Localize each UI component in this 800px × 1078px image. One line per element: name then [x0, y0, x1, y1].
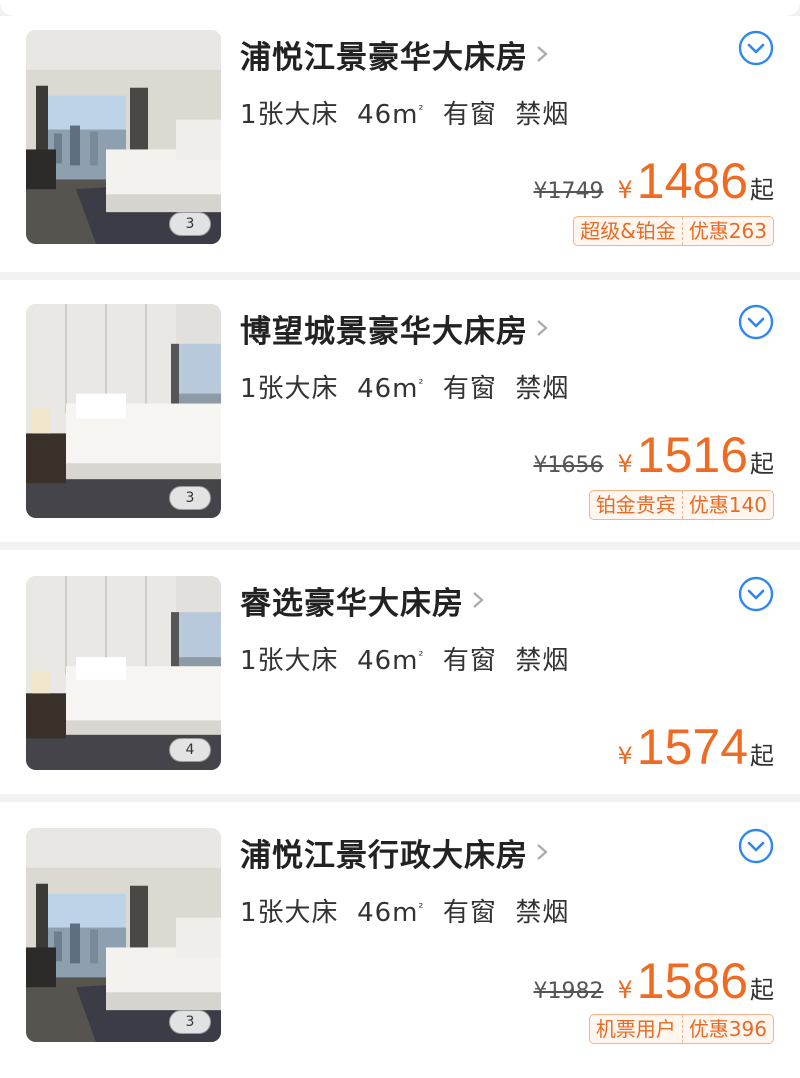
expand-chevron-down-icon[interactable]	[738, 304, 774, 340]
room-name-row[interactable]: 博望城景豪华大床房	[240, 306, 552, 350]
window-info: 有窗	[442, 898, 497, 928]
room-name: 博望城景豪华大床房	[240, 313, 528, 350]
current-price: 1516	[636, 427, 748, 483]
area-unit: ²	[418, 376, 425, 391]
room-photo[interactable]: 3	[26, 30, 221, 244]
currency-symbol: ¥	[617, 976, 633, 1004]
room-area: 46m	[357, 374, 419, 404]
bed-type: 1张大床	[240, 646, 339, 676]
room-specs: 1张大床 46m² 有窗 禁烟	[240, 640, 569, 677]
current-price: 1574	[636, 719, 748, 775]
current-price: 1586	[636, 953, 748, 1009]
room-name: 浦悦江景豪华大床房	[240, 39, 528, 76]
room-name: 浦悦江景行政大床房	[240, 837, 528, 874]
price-suffix: 起	[750, 176, 774, 204]
currency-symbol: ¥	[617, 742, 633, 770]
area-unit: ²	[418, 102, 425, 117]
room-card[interactable]: 3 浦悦江景行政大床房 1张大床 46m² 有窗 禁烟 ¥1982 ¥ 1586…	[0, 802, 800, 1078]
room-specs: 1张大床 46m² 有窗 禁烟	[240, 94, 569, 131]
discount-badges: 铂金贵宾 优惠140	[588, 490, 774, 520]
bed-type: 1张大床	[240, 374, 339, 404]
original-price: ¥1656	[533, 453, 604, 478]
window-info: 有窗	[442, 100, 497, 130]
bed-type: 1张大床	[240, 100, 339, 130]
member-badge: 超级&铂金	[580, 219, 676, 243]
room-area: 46m	[357, 898, 419, 928]
window-info: 有窗	[442, 646, 497, 676]
smoking-info: 禁烟	[515, 646, 570, 676]
area-unit: ²	[418, 900, 425, 915]
discount-badge: 优惠263	[681, 217, 773, 245]
expand-chevron-down-icon[interactable]	[738, 30, 774, 66]
discount-badges: 超级&铂金 优惠263	[573, 216, 774, 246]
area-unit: ²	[418, 648, 425, 663]
discount-badge: 优惠396	[681, 1015, 773, 1043]
room-card[interactable]: 4 睿选豪华大床房 1张大床 46m² 有窗 禁烟 ¥ 1574 起	[0, 550, 800, 794]
photo-count-badge: 3	[169, 212, 211, 236]
member-badge: 铂金贵宾	[595, 493, 676, 517]
original-price: ¥1749	[533, 179, 604, 204]
currency-symbol: ¥	[617, 176, 633, 204]
room-card[interactable]: 3 浦悦江景豪华大床房 1张大床 46m² 有窗 禁烟 ¥1749 ¥ 1486…	[0, 16, 800, 272]
smoking-info: 禁烟	[515, 374, 570, 404]
room-name: 睿选豪华大床房	[240, 585, 464, 622]
previous-card-bottom	[0, 0, 800, 16]
room-area: 46m	[357, 646, 419, 676]
room-name-row[interactable]: 浦悦江景豪华大床房	[240, 32, 552, 76]
photo-count-badge: 4	[169, 738, 211, 762]
photo-count-badge: 3	[169, 486, 211, 510]
price-row: ¥1656 ¥ 1516 起	[533, 426, 774, 484]
price-row: ¥ 1574 起	[617, 718, 774, 776]
smoking-info: 禁烟	[515, 898, 570, 928]
chevron-right-icon	[537, 46, 548, 62]
price-suffix: 起	[750, 742, 774, 770]
smoking-info: 禁烟	[515, 100, 570, 130]
price-suffix: 起	[750, 450, 774, 478]
original-price: ¥1982	[533, 979, 604, 1004]
current-price: 1486	[636, 153, 748, 209]
member-badge: 机票用户	[595, 1017, 676, 1041]
expand-chevron-down-icon[interactable]	[738, 828, 774, 864]
room-photo[interactable]: 3	[26, 828, 221, 1042]
chevron-right-icon	[537, 320, 548, 336]
room-specs: 1张大床 46m² 有窗 禁烟	[240, 892, 569, 929]
window-info: 有窗	[442, 374, 497, 404]
expand-chevron-down-icon[interactable]	[738, 576, 774, 612]
room-card[interactable]: 3 博望城景豪华大床房 1张大床 46m² 有窗 禁烟 ¥1656 ¥ 1516…	[0, 280, 800, 542]
chevron-right-icon	[537, 844, 548, 860]
room-specs: 1张大床 46m² 有窗 禁烟	[240, 368, 569, 405]
room-area: 46m	[357, 100, 419, 130]
photo-count-badge: 3	[169, 1010, 211, 1034]
room-name-row[interactable]: 睿选豪华大床房	[240, 578, 488, 622]
price-row: ¥1982 ¥ 1586 起	[533, 952, 774, 1010]
chevron-right-icon	[473, 592, 484, 608]
room-photo[interactable]: 4	[26, 576, 221, 770]
bed-type: 1张大床	[240, 898, 339, 928]
price-suffix: 起	[750, 976, 774, 1004]
room-name-row[interactable]: 浦悦江景行政大床房	[240, 830, 552, 874]
currency-symbol: ¥	[617, 450, 633, 478]
room-photo[interactable]: 3	[26, 304, 221, 518]
price-row: ¥1749 ¥ 1486 起	[533, 152, 774, 210]
discount-badge: 优惠140	[681, 491, 773, 519]
discount-badges: 机票用户 优惠396	[588, 1014, 774, 1044]
